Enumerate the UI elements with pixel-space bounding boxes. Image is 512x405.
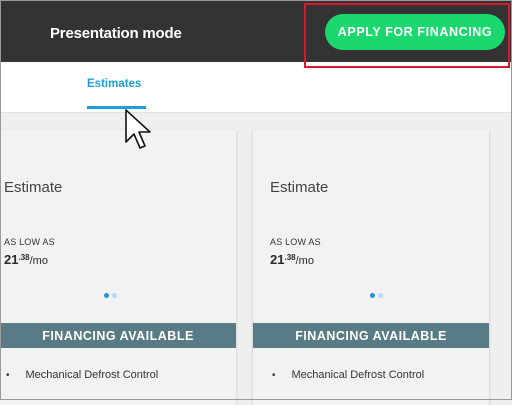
bullet-icon: • xyxy=(6,369,10,381)
carousel-dot[interactable] xyxy=(104,293,109,298)
carousel-dot[interactable] xyxy=(112,293,117,298)
tab-estimates[interactable]: Estimates xyxy=(87,78,141,90)
estimate-card[interactable]: Estimate AS LOW AS 21.38/mo FINANCING AV… xyxy=(0,130,236,405)
price-dollars: 21 xyxy=(270,252,285,267)
monthly-price: 21.38/mo xyxy=(4,252,48,267)
financing-available-banner: FINANCING AVAILABLE xyxy=(253,323,489,348)
feature-label: Mechanical Defrost Control xyxy=(25,369,159,381)
tab-bar: Estimates xyxy=(0,62,512,113)
financing-available-banner: FINANCING AVAILABLE xyxy=(0,323,236,348)
estimate-card[interactable]: Estimate AS LOW AS 21.38/mo FINANCING AV… xyxy=(253,130,489,405)
as-low-as-label: AS LOW AS xyxy=(270,237,321,247)
price-dollars: 21 xyxy=(4,252,19,267)
bullet-icon: • xyxy=(272,369,276,381)
feature-label: Mechanical Defrost Control xyxy=(291,369,425,381)
estimate-title: Estimate xyxy=(270,179,329,196)
price-cents: .38 xyxy=(18,253,30,262)
price-period: /mo xyxy=(29,255,48,267)
annotation-highlight-box xyxy=(304,3,510,68)
arrow-pointer-icon xyxy=(125,109,151,149)
price-period: /mo xyxy=(295,255,314,267)
carousel-dots xyxy=(104,293,117,298)
carousel-dots xyxy=(370,293,383,298)
feature-list-item: • Mechanical Defrost Control xyxy=(272,369,424,381)
price-cents: .38 xyxy=(284,253,296,262)
feature-list-item: • Mechanical Defrost Control xyxy=(6,369,158,381)
as-low-as-label: AS LOW AS xyxy=(4,237,55,247)
carousel-dot[interactable] xyxy=(370,293,375,298)
monthly-price: 21.38/mo xyxy=(270,252,314,267)
page-title: Presentation mode xyxy=(50,25,182,42)
estimate-title: Estimate xyxy=(4,179,63,196)
carousel-dot[interactable] xyxy=(378,293,383,298)
